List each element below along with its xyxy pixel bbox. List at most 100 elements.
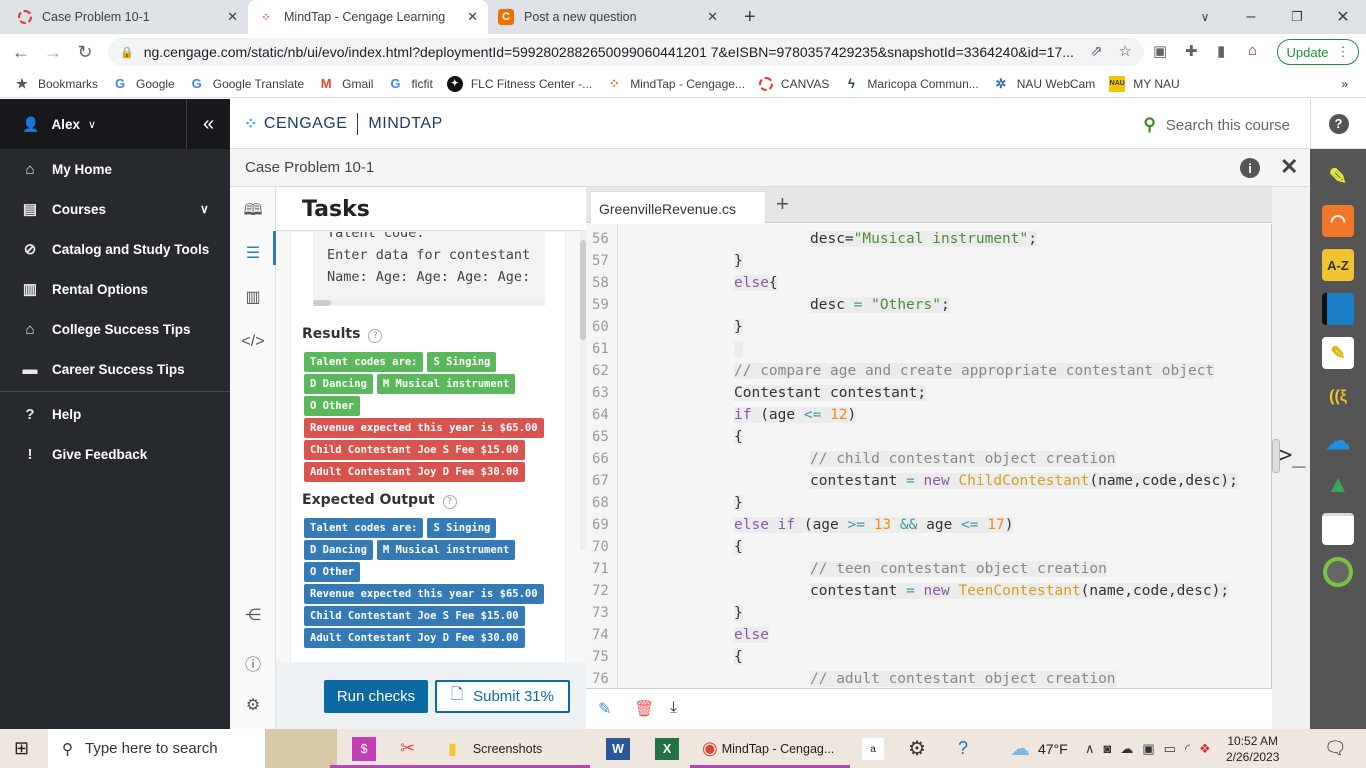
notifications-icon[interactable]: 🗨 — [1324, 729, 1347, 768]
close-tab-icon[interactable]: ✕ — [467, 9, 478, 25]
submit-button[interactable]: 🗋 Submit 31% — [435, 680, 570, 713]
bookmark-item[interactable]: G Google Translate — [189, 76, 304, 92]
bookmark-item[interactable]: ★ Bookmarks — [14, 76, 98, 92]
taskbar-chrome[interactable]: ◉ MindTap - Cengag... — [702, 729, 834, 768]
camera-icon[interactable]: ◙ — [1104, 741, 1112, 756]
trash-icon[interactable]: 🗑 — [634, 699, 654, 719]
glossary-az-icon[interactable]: A-Z — [1322, 249, 1354, 281]
share-icon[interactable]: ⇗ — [1090, 42, 1103, 60]
tab-search-icon[interactable]: ∨ — [1182, 0, 1228, 34]
sidebar-item-help[interactable]: ? Help — [0, 394, 230, 434]
update-button[interactable]: Update ⋮ — [1277, 39, 1359, 65]
onedrive-icon[interactable]: ☁ — [1322, 425, 1354, 457]
browser-tab-chegg[interactable]: C Post a new question ✕ — [488, 0, 728, 34]
share-icon[interactable]: ⋲ — [230, 605, 276, 625]
snipping-tool-icon[interactable]: ✂ — [400, 729, 415, 768]
minimize-button[interactable]: – — [1228, 0, 1274, 34]
readspeaker-icon[interactable]: ((ξ — [1322, 381, 1354, 413]
download-icon[interactable]: ⤓ — [670, 699, 677, 717]
dropbox-icon[interactable]: ❖ — [1199, 741, 1211, 757]
sidebar-item-my-home[interactable]: ⌂ My Home — [0, 149, 230, 189]
close-tab-icon[interactable]: ✕ — [707, 9, 718, 25]
clock[interactable]: 10:52 AM 2/26/2023 — [1226, 729, 1279, 768]
side-panel-icon[interactable]: ▮ — [1217, 42, 1225, 60]
sidebar-item-rental[interactable]: ▥ Rental Options — [0, 269, 230, 309]
code-icon[interactable]: </> — [230, 333, 276, 351]
bookmark-item[interactable]: ⁘ MindTap - Cengage... — [606, 76, 745, 92]
close-window-button[interactable]: ✕ — [1320, 0, 1366, 34]
course-search[interactable]: ⚲ Search this course — [1143, 115, 1290, 135]
display-icon[interactable]: ▣ — [1142, 741, 1154, 757]
add-file-button[interactable]: + — [776, 191, 789, 217]
close-activity-icon[interactable]: ✕ — [1280, 154, 1298, 180]
sidebar-item-college-tips[interactable]: ⌂ College Success Tips — [0, 309, 230, 349]
battery-icon[interactable]: ▭ — [1164, 741, 1176, 757]
terminal-icon[interactable]: >_ — [1279, 443, 1306, 468]
sidebar-item-courses[interactable]: ▤ Courses ∨ — [0, 189, 230, 229]
bookmark-item[interactable]: G Google — [112, 76, 175, 92]
close-tab-icon[interactable]: ✕ — [227, 9, 238, 25]
get-help-icon[interactable]: ? — [958, 729, 968, 768]
flashcards-icon[interactable] — [1322, 513, 1354, 545]
ebook-icon[interactable] — [1322, 293, 1354, 325]
back-button[interactable]: ← — [8, 40, 34, 64]
user-menu[interactable]: 👤 Alex ∨ « — [0, 99, 230, 149]
amazon-icon[interactable]: a — [862, 738, 884, 760]
word-icon[interactable]: W — [606, 738, 630, 760]
restore-button[interactable]: ❐ — [1274, 0, 1320, 34]
browser-tab-case-problem[interactable]: Case Problem 10-1 ✕ — [8, 0, 248, 34]
sidebar-item-catalog[interactable]: ⊘ Catalog and Study Tools — [0, 229, 230, 269]
address-bar[interactable]: 🔒 ng.cengage.com/static/nb/ui/evo/index.… — [108, 38, 1144, 66]
edit-pencil-icon[interactable]: ✎ — [598, 699, 611, 719]
weather-widget[interactable]: ☁ 47°F — [1010, 729, 1068, 768]
bookmark-item[interactable]: ✦ FLC Fitness Center -... — [446, 75, 592, 92]
bookmark-item[interactable]: CANVAS — [758, 76, 829, 91]
forward-button[interactable]: → — [40, 40, 66, 64]
help-icon[interactable]: ? — [442, 495, 457, 509]
info-icon[interactable]: i — [1240, 158, 1260, 178]
bookmark-item[interactable]: ✲ NAU WebCam — [993, 76, 1095, 92]
settings-icon[interactable]: ⚙ — [908, 729, 926, 768]
browser-tab-mindtap[interactable]: ⁘ MindTap - Cengage Learning ✕ — [248, 0, 488, 34]
run-checks-button[interactable]: Run checks — [324, 680, 428, 713]
bookmark-item[interactable]: NAU MY NAU — [1109, 75, 1180, 92]
puzzle-icon[interactable]: ✚ — [1185, 42, 1198, 60]
windows-start-icon[interactable]: ⊞ — [14, 729, 29, 768]
sidebar-item-feedback[interactable]: ! Give Feedback — [0, 434, 230, 474]
app-s-icon[interactable]: $ — [352, 737, 376, 761]
rss-icon[interactable]: ◠ — [1322, 205, 1354, 237]
system-tray[interactable]: ∧ ◙ ☁ ▣ ▭ ◜ ❖ — [1085, 729, 1211, 768]
sidebar-item-career-tips[interactable]: ▬ Career Success Tips — [0, 349, 230, 389]
extension-icon[interactable]: ▣ — [1153, 42, 1167, 60]
help-icon[interactable]: ? — [368, 329, 383, 343]
excel-icon[interactable]: X — [655, 738, 679, 760]
bookmark-star-icon[interactable]: ☆ — [1119, 42, 1132, 60]
terminal-scrollbar[interactable] — [313, 300, 545, 306]
google-drive-icon[interactable]: ▲ — [1322, 469, 1354, 501]
profile-progress-icon[interactable] — [1323, 557, 1353, 587]
reload-button[interactable]: ↻ — [72, 40, 98, 64]
task-list-icon[interactable]: ☰ — [230, 231, 276, 265]
new-tab-button[interactable]: + — [734, 0, 766, 34]
collapse-sidebar-button[interactable]: « — [186, 99, 230, 149]
bookmark-item[interactable]: M Gmail — [318, 76, 374, 92]
more-bookmarks-icon[interactable]: » — [1341, 77, 1348, 91]
help-button[interactable]: ? — [1310, 99, 1366, 149]
code-text: else if (age >= 13 && age <= 17) — [734, 517, 1014, 533]
bookmark-item[interactable]: ϟ Maricopa Commun... — [843, 76, 979, 92]
highlighter-icon[interactable]: ✎ — [1322, 161, 1354, 193]
chevron-up-icon[interactable]: ∧ — [1085, 741, 1095, 757]
code-area[interactable]: 56 desc="Musical instrument"; 57} 58 else{59… — [586, 224, 1272, 688]
wifi-icon[interactable]: ◜ — [1185, 741, 1190, 757]
taskbar-screenshots[interactable]: ▮ Screenshots — [448, 729, 542, 768]
bar-chart-icon[interactable]: ▥ — [230, 287, 276, 307]
notes-icon[interactable]: ✎ — [1322, 337, 1354, 369]
book-open-icon[interactable]: 🕮 — [230, 199, 276, 226]
cengage-mindtap-logo[interactable]: ⁘ CENGAGE MINDTAP — [244, 113, 443, 135]
file-tab[interactable]: GreenvilleRevenue.cs — [590, 191, 766, 224]
settings-gear-icon[interactable]: ⚙ — [230, 695, 276, 715]
bookmark-item[interactable]: Gflcfit — [387, 76, 432, 92]
help-circle-icon[interactable]: ⓘ — [230, 651, 276, 675]
profile-avatar[interactable]: ⌂ — [1248, 42, 1257, 59]
onedrive-error-icon[interactable]: ☁ — [1120, 741, 1133, 757]
